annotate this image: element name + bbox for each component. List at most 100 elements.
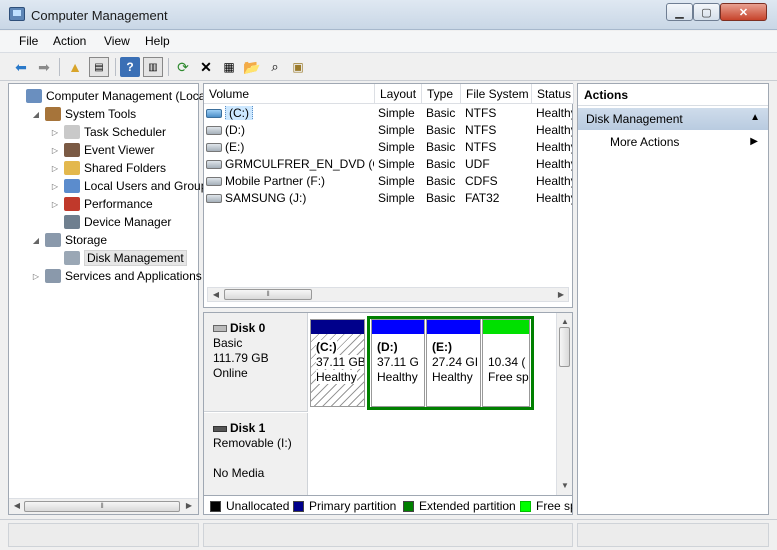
forward-icon[interactable]: ➡ <box>34 57 54 77</box>
scroll-right-arrow-icon[interactable]: ▶ <box>554 288 568 301</box>
column-volume[interactable]: Volume <box>204 84 375 104</box>
volume-row[interactable]: GRMCULFRER_EN_DVD (G:) Simple Basic UDF Heal… <box>204 156 572 173</box>
open-icon[interactable]: 📂 <box>242 57 262 77</box>
tree-item-label: Device Manager <box>84 215 172 229</box>
tree-item-label: Local Users and Groups <box>84 179 214 193</box>
column-status[interactable]: Status <box>532 84 574 104</box>
help-icon[interactable]: ? <box>120 57 140 77</box>
scroll-left-arrow-icon[interactable]: ◀ <box>209 288 223 301</box>
properties-icon[interactable]: ▦ <box>219 57 239 77</box>
volume-row[interactable]: (C:) Simple Basic NTFS Healthy <box>204 105 572 122</box>
expand-toggle-icon[interactable]: ◢ <box>31 236 41 245</box>
expand-toggle-icon[interactable]: ◢ <box>31 110 41 119</box>
volume-name: Mobile Partner (F:) <box>225 174 326 188</box>
up-icon[interactable]: ▲ <box>65 57 85 77</box>
disk-legend: Unallocated Primary partition Extended p… <box>203 495 573 515</box>
partition-e[interactable]: (E:) 27.24 GI Healthy <box>426 319 481 407</box>
delete-icon[interactable]: ✕ <box>196 57 216 77</box>
close-button[interactable]: ✕ <box>720 3 767 21</box>
tree-item-shared-folders[interactable]: ▷ Shared Folders <box>50 159 166 177</box>
volume-fs-cell: NTFS <box>465 140 497 154</box>
search-icon[interactable]: ⌕ <box>265 57 285 77</box>
expand-toggle-icon[interactable]: ▷ <box>50 164 60 173</box>
tree-item-computer-management-local[interactable]: Computer Management (Local <box>12 87 208 105</box>
show-hide-tree-icon[interactable]: ▤ <box>89 57 109 77</box>
tree-item-services-and-applications[interactable]: ▷ Services and Applications <box>31 267 202 285</box>
drive-icon <box>206 160 222 170</box>
expand-toggle-icon[interactable]: ▷ <box>50 182 60 191</box>
tree-item-local-users-and-groups[interactable]: ▷ Local Users and Groups <box>50 177 213 195</box>
disk-0-label[interactable]: Disk 0 Basic 111.79 GB Online <box>204 313 308 412</box>
volume-row[interactable]: SAMSUNG (J:) Simple Basic FAT32 Healthy <box>204 190 572 207</box>
scroll-down-arrow-icon[interactable]: ▼ <box>558 479 572 492</box>
expand-toggle-icon[interactable]: ▷ <box>50 146 60 155</box>
computer-icon <box>26 89 42 103</box>
tree-item-label: Event Viewer <box>84 143 155 157</box>
navigation-tree: Computer Management (Local ◢ System Tools ▷… <box>8 83 213 515</box>
volume-horizontal-scrollbar[interactable]: ◀ ⦀ ▶ <box>207 287 569 302</box>
menu-action[interactable]: Action <box>53 34 86 48</box>
title-bar[interactable]: Computer Management ▁ ▢ ✕ <box>0 0 777 30</box>
volume-row[interactable]: (E:) Simple Basic NTFS Healthy <box>204 139 572 156</box>
tree-item-label: Task Scheduler <box>84 125 167 139</box>
drive-icon <box>206 109 222 119</box>
menu-bar: File Action View Help <box>0 31 777 53</box>
tree-item-device-manager[interactable]: Device Manager <box>50 213 171 231</box>
menu-view[interactable]: View <box>104 34 130 48</box>
performance-icon <box>64 197 80 211</box>
scroll-thumb[interactable]: ⦀ <box>224 289 312 300</box>
status-segment <box>203 523 573 547</box>
minimize-button[interactable]: ▁ <box>666 3 693 21</box>
expand-toggle-icon[interactable]: ▷ <box>31 272 41 281</box>
more-actions[interactable]: More Actions ▶ <box>578 133 768 153</box>
volume-row[interactable]: (D:) Simple Basic NTFS Healthy <box>204 122 572 139</box>
actions-disk-management[interactable]: Disk Management ▲ <box>578 108 768 130</box>
column-file-system[interactable]: File System <box>461 84 532 104</box>
disk-1-label[interactable]: Disk 1 Removable (I:) No Media <box>204 413 308 495</box>
menu-help[interactable]: Help <box>145 34 170 48</box>
scroll-right-arrow-icon[interactable]: ▶ <box>182 499 196 512</box>
scroll-left-arrow-icon[interactable]: ◀ <box>10 499 24 512</box>
properties-pane-icon[interactable]: ▥ <box>143 57 163 77</box>
status-segment <box>8 523 199 547</box>
menu-file[interactable]: File <box>19 34 38 48</box>
partition-status: Healthy <box>316 370 357 384</box>
collapse-icon[interactable]: ▲ <box>750 112 760 123</box>
volume-layout-cell: Simple <box>378 140 415 154</box>
tree-item-event-viewer[interactable]: ▷ Event Viewer <box>50 141 154 159</box>
scroll-thumb[interactable] <box>559 327 570 367</box>
tree-item-label: System Tools <box>65 107 137 121</box>
tree-item-storage[interactable]: ◢ Storage <box>31 231 107 249</box>
volume-row[interactable]: Mobile Partner (F:) Simple Basic CDFS Health… <box>204 173 572 190</box>
expand-toggle-icon[interactable]: ▷ <box>50 200 60 209</box>
partition-d[interactable]: (D:) 37.11 G Healthy <box>371 319 425 407</box>
volume-name-cell: SAMSUNG (J:) <box>206 191 374 205</box>
tree-item-disk-management[interactable]: Disk Management <box>50 249 187 267</box>
toolbar: ⬅ ➡ ▲ ▤ ? ▥ ⟳ ✕ ▦ 📂 ⌕ ▣ <box>0 53 777 81</box>
partition-free-space[interactable]: 10.34 ( Free sp <box>482 319 530 407</box>
volume-name: (D:) <box>225 123 245 137</box>
scroll-thumb[interactable]: ⦀ <box>24 501 180 512</box>
volume-layout-cell: Simple <box>378 191 415 205</box>
back-icon[interactable]: ⬅ <box>11 57 31 77</box>
event-icon <box>64 143 80 157</box>
tree-item-task-scheduler[interactable]: ▷ Task Scheduler <box>50 123 166 141</box>
column-type[interactable]: Type <box>422 84 461 104</box>
partition-label: (C:) <box>316 340 337 355</box>
partition-c[interactable]: (C:) 37.11 GB Healthy <box>310 319 365 407</box>
tree-item-label: Performance <box>84 197 153 211</box>
refresh-icon[interactable]: ⟳ <box>173 57 193 77</box>
legend-unallocated: Unallocated <box>210 499 289 513</box>
volume-name: (E:) <box>225 140 245 154</box>
services-icon <box>45 269 61 283</box>
tree-horizontal-scrollbar[interactable]: ◀ ⦀ ▶ <box>9 498 198 514</box>
tree-item-performance[interactable]: ▷ Performance <box>50 195 153 213</box>
tree-item-label: Disk Management <box>84 250 187 266</box>
maximize-button[interactable]: ▢ <box>693 3 720 21</box>
expand-toggle-icon[interactable]: ▷ <box>50 128 60 137</box>
volume-status-cell: Healthy <box>536 140 572 154</box>
tree-item-system-tools[interactable]: ◢ System Tools <box>31 105 136 123</box>
disk-vertical-scrollbar[interactable]: ▲ ▼ <box>556 313 572 495</box>
help-topic-icon[interactable]: ▣ <box>288 57 308 77</box>
column-layout[interactable]: Layout <box>375 84 422 104</box>
